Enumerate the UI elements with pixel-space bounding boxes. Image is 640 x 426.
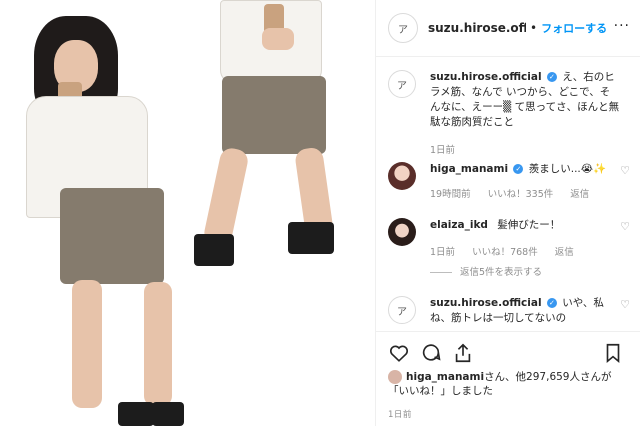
reply-button[interactable]: 返信	[570, 189, 589, 200]
avatar[interactable]: ア	[388, 70, 416, 98]
instagram-post-window: ア suzu.hirose.offici • フォローする ··· ア suzu…	[0, 0, 640, 426]
comment-username[interactable]: higa_manami	[430, 163, 508, 175]
view-replies-button[interactable]: 返信5件を表示する	[430, 264, 542, 278]
avatar[interactable]: ア	[388, 13, 418, 43]
post-photo[interactable]	[0, 0, 376, 426]
figure-right-hand	[262, 28, 294, 50]
avatar[interactable]: ア	[388, 296, 416, 324]
comment-time[interactable]: 19時間前	[430, 189, 471, 200]
comment-time[interactable]: 1日前	[430, 247, 455, 258]
comments-list[interactable]: ア suzu.hirose.official ✓ え、右のヒラメ筋、なんで いつ…	[376, 58, 640, 331]
action-icons	[388, 342, 628, 366]
bookmark-icon[interactable]	[602, 342, 624, 364]
figure-left-leg-left	[72, 280, 102, 408]
share-icon[interactable]	[452, 342, 474, 364]
figure-right-shorts	[222, 76, 326, 154]
replies-divider	[430, 272, 452, 273]
figure-left-shorts	[60, 188, 164, 284]
comment-body: suzu.hirose.official ✓ え、右のヒラメ筋、なんで いつから…	[430, 70, 620, 130]
view-replies-label: 返信5件を表示する	[460, 267, 543, 278]
comment-caption: ア suzu.hirose.official ✓ え、右のヒラメ筋、なんで いつ…	[388, 70, 634, 162]
post-header: ア suzu.hirose.offici • フォローする ···	[376, 0, 640, 57]
comment-meta: 1日前 いいね！768件 返信	[430, 244, 588, 258]
figure-right-shoe-left	[194, 234, 234, 266]
heart-icon[interactable]: ♡	[620, 298, 630, 311]
figure-right-leg-left	[202, 146, 250, 248]
figure-left-shoe-right	[152, 402, 184, 426]
comment-username[interactable]: suzu.hirose.official	[430, 297, 542, 309]
more-icon[interactable]: ···	[614, 18, 630, 34]
avatar[interactable]	[388, 218, 416, 246]
comment-likes[interactable]: いいね！768件	[472, 247, 538, 258]
verified-icon: ✓	[546, 72, 557, 82]
likes-user[interactable]: higa_manami	[406, 371, 484, 383]
heart-icon[interactable]	[388, 342, 410, 364]
comment-item: elaiza_ikd 髪伸びたー！ ♡ 1日前 いいね！768件 返信 返信5件…	[388, 218, 634, 286]
post-sidebar: ア suzu.hirose.offici • フォローする ··· ア suzu…	[376, 0, 640, 426]
comment-text: 羨ましい...😭✨	[528, 163, 607, 175]
avatar	[388, 370, 402, 384]
post-actions: higa_manamiさん、他297,659人さんが「いいね！」しました 1日前	[376, 331, 640, 426]
comment-likes[interactable]: いいね！335件	[488, 189, 554, 200]
comment-body: suzu.hirose.official ✓ いや、私ね、筋トレは一切してないの	[430, 296, 620, 326]
figure-left-shoe-left	[118, 402, 154, 426]
heart-icon[interactable]: ♡	[620, 164, 630, 177]
heart-icon[interactable]: ♡	[620, 220, 630, 233]
comment-username[interactable]: elaiza_ikd	[430, 219, 488, 231]
follow-button[interactable]: フォローする	[541, 20, 607, 36]
comment-icon[interactable]	[420, 342, 442, 364]
comment-text: 髪伸びたー！	[497, 219, 561, 231]
reply-button[interactable]: 返信	[555, 247, 574, 258]
comment-meta: 19時間前 いいね！335件 返信	[430, 186, 603, 200]
comment-body: elaiza_ikd 髪伸びたー！	[430, 218, 620, 233]
verified-icon: ✓	[513, 164, 524, 174]
comment-item: higa_manami ✓ 羨ましい...😭✨ ♡ 19時間前 いいね！335件…	[388, 162, 634, 206]
figure-left-leg-right	[144, 282, 172, 406]
comment-meta: 1日前	[430, 142, 469, 156]
post-username[interactable]: suzu.hirose.offici	[428, 21, 526, 35]
comment-username[interactable]: suzu.hirose.official	[430, 71, 542, 83]
post-date[interactable]: 1日前	[388, 408, 412, 420]
comment-time[interactable]: 1日前	[430, 145, 455, 156]
comment-body: higa_manami ✓ 羨ましい...😭✨	[430, 162, 620, 177]
comment-item: ア suzu.hirose.official ✓ いや、私ね、筋トレは一切してな…	[388, 296, 634, 331]
figure-right-shoe-right	[288, 222, 334, 254]
likes-summary[interactable]: higa_manamiさん、他297,659人さんが「いいね！」しました	[388, 370, 628, 398]
avatar[interactable]	[388, 162, 416, 190]
verified-icon: ✓	[546, 298, 557, 308]
header-separator: •	[530, 21, 538, 35]
